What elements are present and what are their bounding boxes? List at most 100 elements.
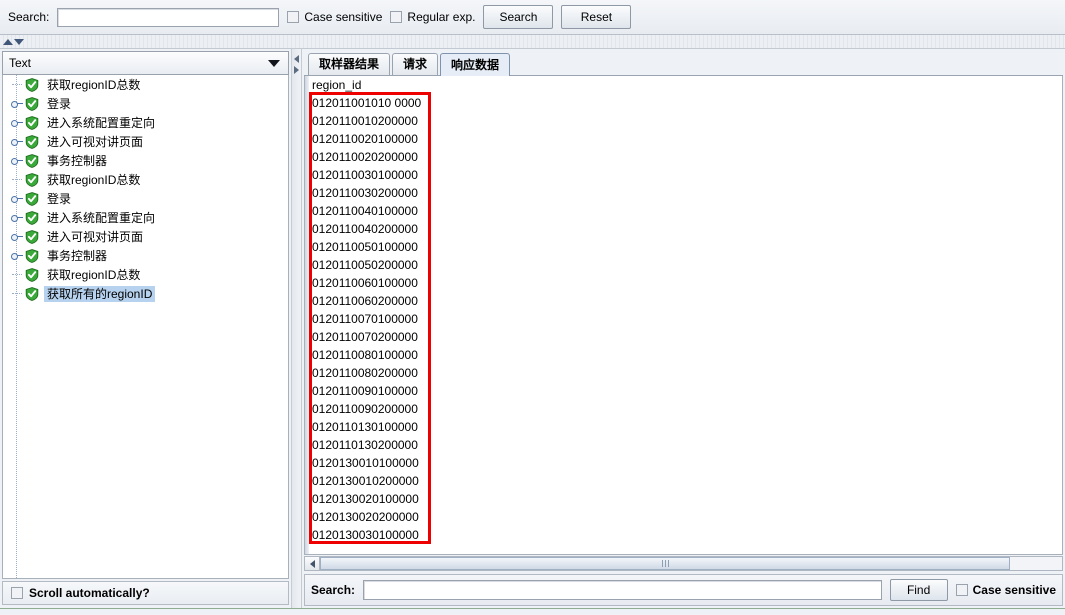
tree-node[interactable]: 进入可视对讲页面 xyxy=(3,227,288,246)
response-row: 0120110090200000 xyxy=(312,402,418,416)
collapse-down-icon[interactable] xyxy=(14,38,24,45)
response-row: 0120110030200000 xyxy=(312,186,418,200)
tree-node-label: 获取regionID总数 xyxy=(47,172,141,187)
tree-node[interactable]: 进入系统配置重定向 xyxy=(3,113,288,132)
search-button[interactable]: Search xyxy=(483,5,554,29)
response-row: 0120110060200000 xyxy=(312,294,418,308)
response-row: 0120110070100000 xyxy=(312,312,418,326)
result-tabs: 取样器结果 请求 响应数据 xyxy=(304,52,1063,76)
tree-expand-toggle-icon[interactable] xyxy=(9,208,25,227)
scroll-left-button[interactable] xyxy=(305,557,320,570)
splitter-collapse-left-icon[interactable] xyxy=(294,55,299,63)
reset-button[interactable]: Reset xyxy=(561,5,632,29)
tree-node[interactable]: 事务控制器 xyxy=(3,151,288,170)
arrow-left-icon xyxy=(309,559,315,568)
checkbox-box[interactable] xyxy=(955,584,968,596)
find-label: Search: xyxy=(311,583,356,597)
success-shield-icon xyxy=(25,267,39,282)
checkbox-box[interactable] xyxy=(390,11,403,23)
response-row: 0120110020100000 xyxy=(312,132,418,146)
tree-node[interactable]: 进入可视对讲页面 xyxy=(3,132,288,151)
find-button[interactable]: Find xyxy=(889,579,948,601)
tree-node[interactable]: 获取所有的regionID xyxy=(3,284,288,303)
response-row: 0120110030100000 xyxy=(312,168,418,182)
response-row: 0120110010200000 xyxy=(312,114,418,128)
result-tab[interactable]: 响应数据 xyxy=(440,53,511,76)
find-case-sensitive-checkbox[interactable]: Case sensitive xyxy=(955,583,1056,597)
response-row: 0120110040200000 xyxy=(312,222,418,236)
scrollbar-track[interactable] xyxy=(320,557,1062,570)
tree-panel: Text 获取regionID总数 登录 进入系统配置重定向 进入可视对讲页面 事务控制… xyxy=(0,49,291,608)
collapse-toolbar xyxy=(0,35,1065,49)
tree-expand-toggle-icon[interactable] xyxy=(9,151,25,170)
grip-icon xyxy=(661,560,669,567)
response-data-view[interactable]: region_id 012011001010 0000 0120110010200… xyxy=(304,76,1063,555)
tree-expand-toggle-icon[interactable] xyxy=(9,227,25,246)
results-tree[interactable]: 获取regionID总数 登录 进入系统配置重定向 进入可视对讲页面 事务控制器 获取re… xyxy=(2,75,289,579)
response-row: 0120110040100000 xyxy=(312,204,418,218)
status-divider xyxy=(0,608,1065,615)
tree-node-label: 事务控制器 xyxy=(47,248,108,263)
chevron-down-icon[interactable] xyxy=(268,59,280,67)
response-row: 0120110050100000 xyxy=(312,240,418,254)
view-selector-combo[interactable]: Text xyxy=(2,51,289,75)
success-shield-icon xyxy=(25,210,39,225)
search-label: Search: xyxy=(8,10,50,24)
result-tab[interactable]: 请求 xyxy=(392,53,439,75)
find-case-sensitive-label: Case sensitive xyxy=(972,583,1056,597)
response-row: 0120110080200000 xyxy=(312,366,418,380)
tree-node-label: 登录 xyxy=(47,191,72,206)
success-shield-icon xyxy=(25,172,39,187)
response-column-header: region_id xyxy=(312,78,362,92)
scroll-automatically-checkbox[interactable]: Scroll automatically? xyxy=(2,581,289,605)
success-shield-icon xyxy=(25,77,39,92)
regular-exp-checkbox[interactable]: Regular exp. xyxy=(390,10,475,24)
tree-node[interactable]: 获取regionID总数 xyxy=(3,170,288,189)
case-sensitive-checkbox[interactable]: Case sensitive xyxy=(287,10,382,24)
tree-expand-toggle-icon[interactable] xyxy=(9,189,25,208)
tree-node[interactable]: 获取regionID总数 xyxy=(3,75,288,94)
pane-splitter[interactable] xyxy=(291,49,302,608)
response-row: 0120110060100000 xyxy=(312,276,418,290)
tree-node-label: 事务控制器 xyxy=(47,153,108,168)
tree-node[interactable]: 登录 xyxy=(3,189,288,208)
tree-node[interactable]: 获取regionID总数 xyxy=(3,265,288,284)
tree-node[interactable]: 登录 xyxy=(3,94,288,113)
response-row: 0120130010200000 xyxy=(312,474,419,488)
response-row: 012011001010 0000 xyxy=(312,96,422,110)
tree-expand-toggle-icon[interactable] xyxy=(9,113,25,132)
find-toolbar: Search: Find Case sensitive xyxy=(304,574,1063,606)
scroll-automatically-label: Scroll automatically? xyxy=(29,586,150,600)
tree-expand-toggle-icon[interactable] xyxy=(9,94,25,113)
search-input[interactable] xyxy=(57,7,280,27)
horizontal-scrollbar[interactable] xyxy=(304,556,1063,571)
tree-node-label: 进入系统配置重定向 xyxy=(47,115,156,130)
tree-node-label: 进入可视对讲页面 xyxy=(47,229,144,244)
response-panel: 取样器结果 请求 响应数据 region_id 012011001010 0000 0… xyxy=(302,49,1065,608)
tree-expand-toggle-icon[interactable] xyxy=(9,132,25,151)
success-shield-icon xyxy=(25,115,39,130)
result-tab[interactable]: 取样器结果 xyxy=(308,53,391,75)
scrollbar-thumb[interactable] xyxy=(320,557,1011,570)
tree-leaf-connector-icon xyxy=(9,284,25,303)
checkbox-box[interactable] xyxy=(11,587,23,599)
tree-leaf-connector-icon xyxy=(9,265,25,284)
tree-node-label: 登录 xyxy=(47,96,72,111)
find-input[interactable] xyxy=(363,580,882,600)
tree-node-label: 进入可视对讲页面 xyxy=(47,134,144,149)
response-row: 0120130010100000 xyxy=(312,456,419,470)
checkbox-box[interactable] xyxy=(287,11,300,23)
tree-node[interactable]: 事务控制器 xyxy=(3,246,288,265)
tree-node-label: 获取所有的regionID xyxy=(44,285,156,302)
response-row: 0120130020200000 xyxy=(312,510,419,524)
jmeter-window: Search: Case sensitive Regular exp. Sear… xyxy=(0,0,1065,615)
response-row: 0120110080100000 xyxy=(312,348,418,362)
response-rows-container: region_id 012011001010 0000 0120110010200… xyxy=(310,76,1062,554)
tree-node-label: 进入系统配置重定向 xyxy=(47,210,156,225)
tree-node[interactable]: 进入系统配置重定向 xyxy=(3,208,288,227)
collapse-up-icon[interactable] xyxy=(3,38,13,45)
response-row: 0120130020100000 xyxy=(312,492,419,506)
tree-leaf-connector-icon xyxy=(9,170,25,189)
splitter-collapse-right-icon[interactable] xyxy=(294,66,299,74)
tree-expand-toggle-icon[interactable] xyxy=(9,246,25,265)
